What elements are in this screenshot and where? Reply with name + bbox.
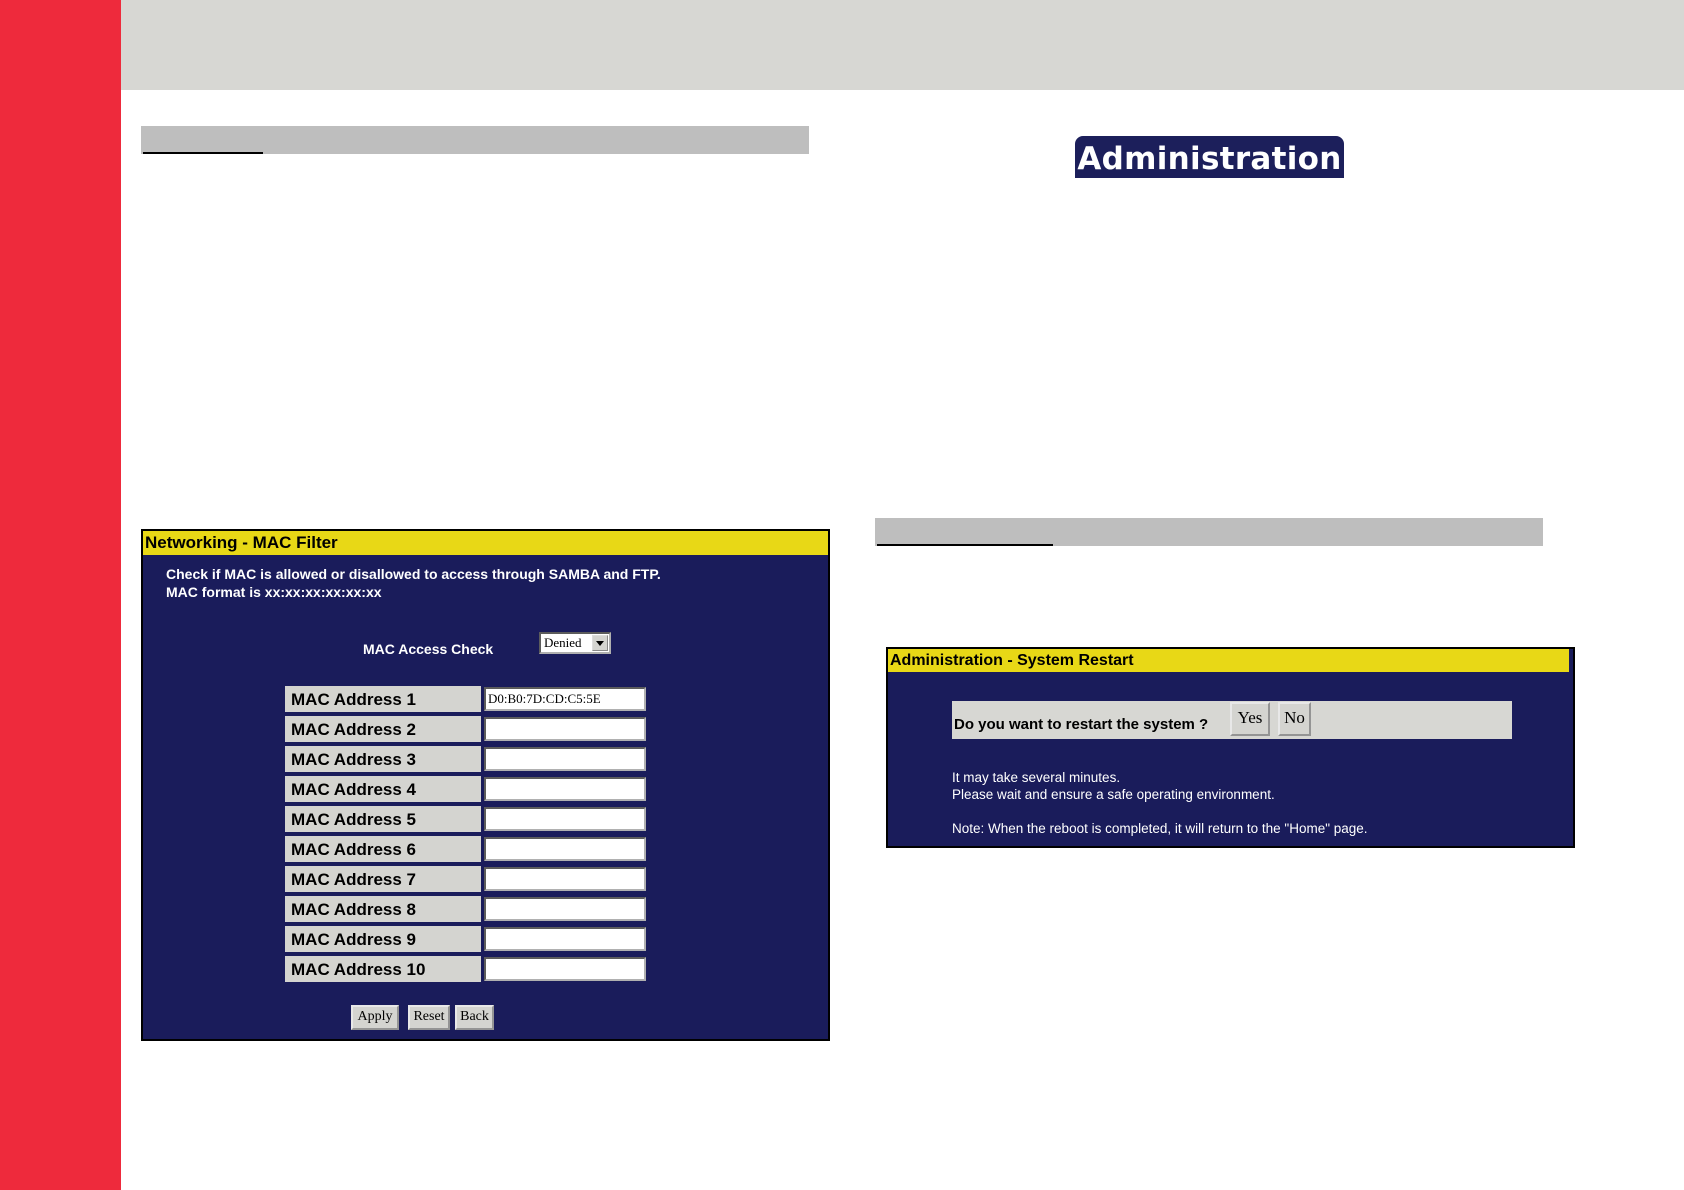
mac-address-row: MAC Address 7	[285, 866, 650, 894]
mac-address-input[interactable]	[484, 777, 646, 801]
mac-filter-description-2: MAC format is xx:xx:xx:xx:xx:xx	[166, 584, 382, 600]
mac-address-label: MAC Address 6	[285, 836, 481, 862]
mac-address-row: MAC Address 9	[285, 926, 650, 954]
mac-filter-panel: Networking - MAC Filter Check if MAC is …	[141, 529, 830, 1041]
left-red-sidebar	[0, 0, 121, 1190]
mac-address-row: MAC Address 10	[285, 956, 650, 984]
mac-address-input[interactable]	[484, 747, 646, 771]
apply-button[interactable]: Apply	[351, 1005, 399, 1030]
mac-address-input[interactable]	[484, 807, 646, 831]
chevron-down-icon[interactable]	[592, 635, 608, 651]
reset-button[interactable]: Reset	[408, 1005, 450, 1030]
back-button[interactable]: Back	[455, 1005, 494, 1030]
mac-address-input[interactable]	[484, 867, 646, 891]
restart-question-text: Do you want to restart the system ?	[954, 716, 1209, 733]
mac-address-input[interactable]	[484, 957, 646, 981]
mac-address-input[interactable]: D0:B0:7D:CD:C5:5E	[484, 687, 646, 711]
left-section-heading-bar	[141, 126, 809, 154]
mac-address-label: MAC Address 2	[285, 716, 481, 742]
system-restart-panel: Administration - System Restart Do you w…	[886, 647, 1575, 848]
mac-access-check-select[interactable]: Denied	[539, 632, 611, 654]
mac-filter-title: Networking - MAC Filter	[143, 531, 828, 555]
mac-address-label: MAC Address 8	[285, 896, 481, 922]
restart-info-line-1: It may take several minutes.	[952, 770, 1121, 785]
mac-address-label: MAC Address 9	[285, 926, 481, 952]
mac-address-row: MAC Address 2	[285, 716, 650, 744]
heading-underline	[143, 152, 263, 154]
restart-note: Note: When the reboot is completed, it w…	[952, 821, 1368, 836]
mac-access-check-label: MAC Access Check	[363, 641, 494, 657]
page-header-band	[121, 0, 1684, 90]
mac-address-row: MAC Address 1 D0:B0:7D:CD:C5:5E	[285, 686, 650, 714]
mac-address-row: MAC Address 4	[285, 776, 650, 804]
mac-access-check-value: Denied	[544, 635, 582, 650]
mac-address-row: MAC Address 3	[285, 746, 650, 774]
mac-address-label: MAC Address 1	[285, 686, 481, 712]
mac-address-input[interactable]	[484, 897, 646, 921]
mac-address-label: MAC Address 7	[285, 866, 481, 892]
administration-badge: Administration	[1075, 136, 1344, 178]
mac-filter-description-1: Check if MAC is allowed or disallowed to…	[166, 566, 661, 582]
yes-button[interactable]: Yes	[1230, 702, 1270, 736]
system-restart-title: Administration - System Restart	[888, 649, 1569, 672]
right-section-heading-bar	[875, 518, 1543, 546]
mac-address-row: MAC Address 6	[285, 836, 650, 864]
mac-address-label: MAC Address 5	[285, 806, 481, 832]
no-button[interactable]: No	[1278, 702, 1311, 736]
mac-address-input[interactable]	[484, 837, 646, 861]
restart-info-line-2: Please wait and ensure a safe operating …	[952, 787, 1275, 802]
mac-address-label: MAC Address 10	[285, 956, 481, 982]
mac-address-row: MAC Address 8	[285, 896, 650, 924]
mac-address-label: MAC Address 3	[285, 746, 481, 772]
heading-underline	[877, 544, 1053, 546]
mac-address-label: MAC Address 4	[285, 776, 481, 802]
mac-address-row: MAC Address 5	[285, 806, 650, 834]
restart-question-strip: Do you want to restart the system ? Yes …	[952, 701, 1512, 739]
mac-address-input[interactable]	[484, 927, 646, 951]
mac-address-input[interactable]	[484, 717, 646, 741]
